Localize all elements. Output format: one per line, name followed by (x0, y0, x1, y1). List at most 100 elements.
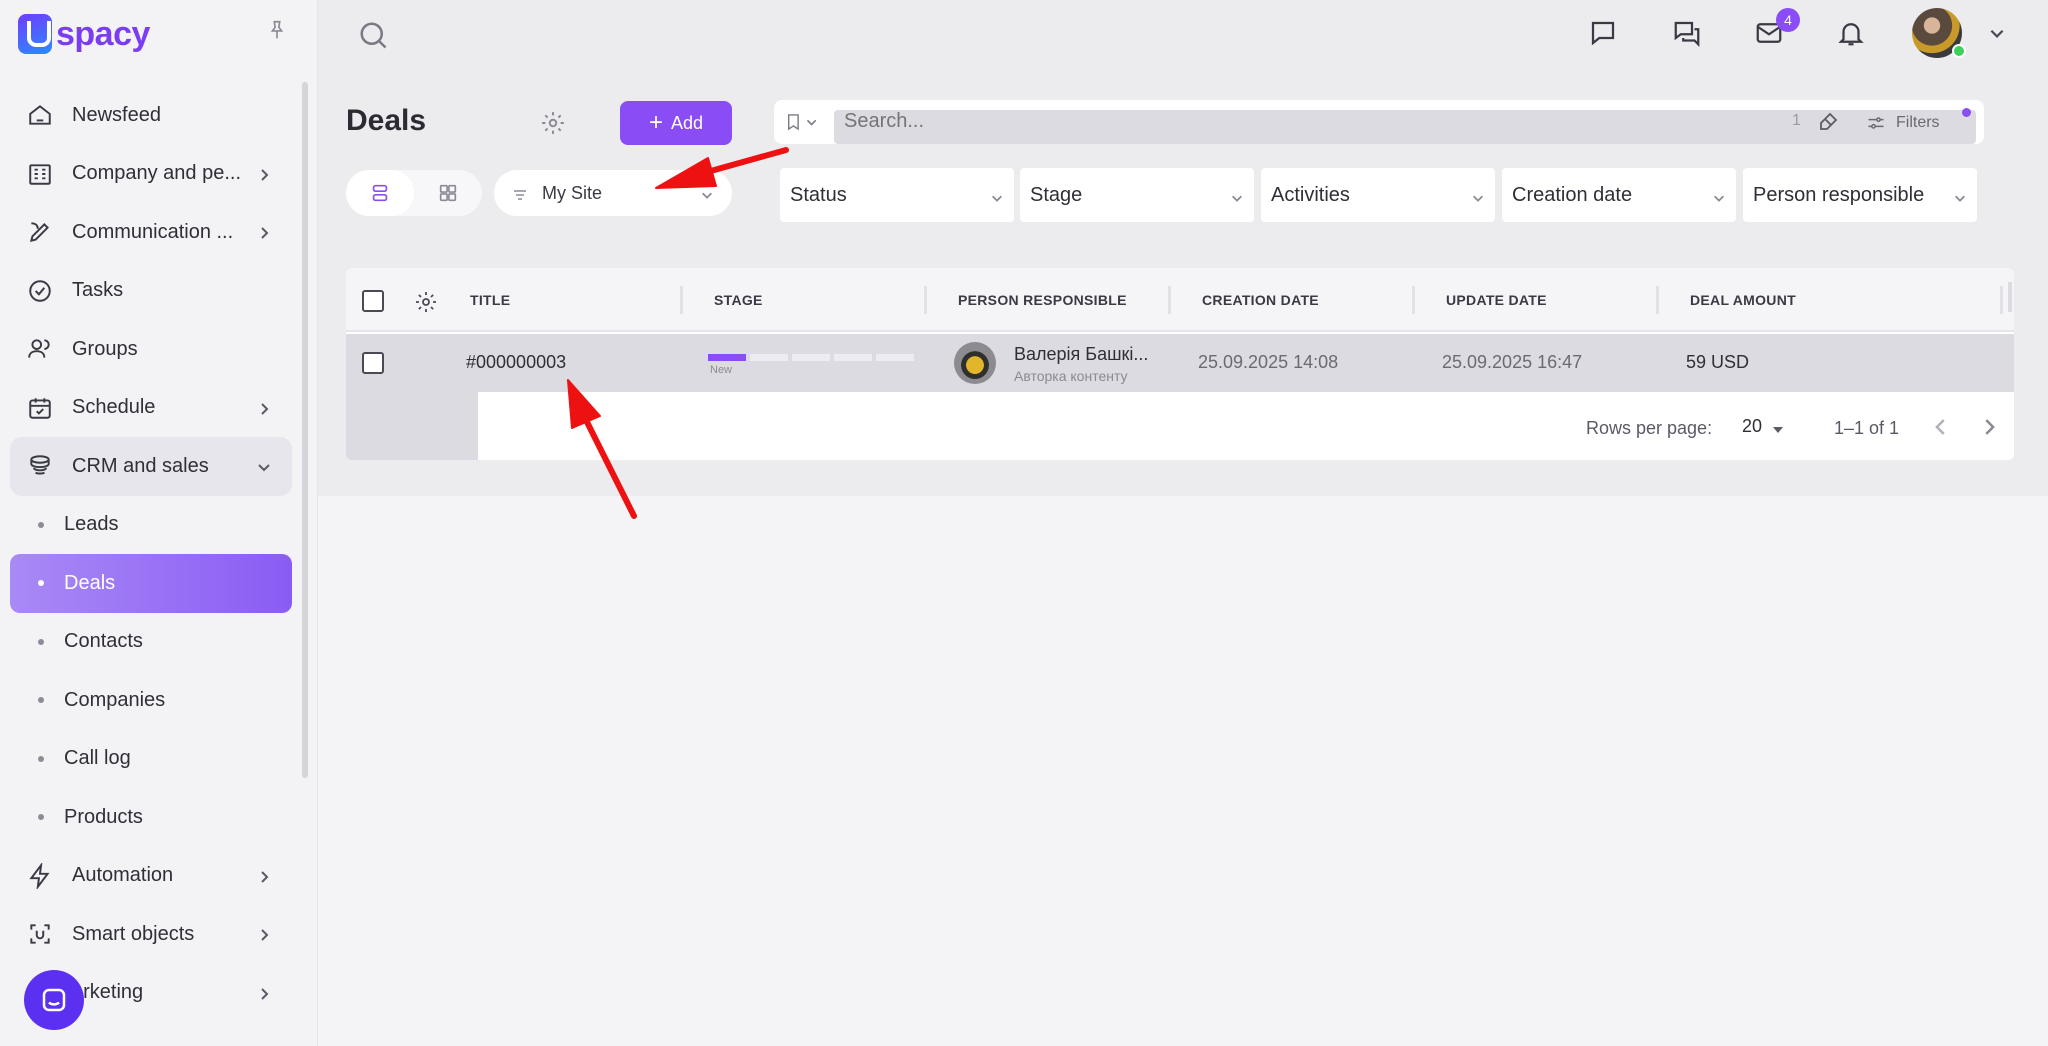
column-resizer[interactable] (924, 286, 927, 314)
sidebar-subitem-call-log[interactable]: Call log (10, 730, 292, 789)
person-responsible-filter[interactable]: Person responsible (1743, 168, 1977, 222)
sidebar-item-smart-objects[interactable]: Smart objects (10, 905, 292, 964)
logo-mark-icon (18, 14, 52, 54)
sidebar-subitem-contacts[interactable]: Contacts (10, 613, 292, 672)
column-resizer[interactable] (680, 286, 683, 314)
sidebar-item-crm[interactable]: CRM and sales (10, 437, 292, 496)
app-logo[interactable]: spacy (18, 12, 150, 56)
stage-filter[interactable]: Stage (1020, 168, 1254, 222)
bell-icon[interactable] (1836, 18, 1866, 48)
stage-segment (876, 354, 914, 361)
person-role: Авторка контенту (1014, 368, 1128, 384)
filter-label: Status (790, 183, 847, 206)
sidebar-item-company[interactable]: Company and pe... (10, 145, 292, 204)
top-bar: 4 (318, 0, 2048, 70)
status-filter[interactable]: Status (780, 168, 1014, 222)
site-filter-select[interactable]: My Site (494, 170, 732, 216)
column-resizer[interactable] (1656, 286, 1659, 314)
caret-down-icon[interactable] (1772, 422, 1784, 433)
search-icon[interactable] (358, 20, 388, 50)
sidebar-subitem-leads[interactable]: Leads (10, 496, 292, 555)
messages-icon[interactable] (1672, 18, 1702, 48)
stage-segment (750, 354, 788, 361)
table-scrollbar[interactable] (2008, 282, 2012, 312)
eraser-icon[interactable] (1816, 110, 1840, 134)
sidebar-item-automation[interactable]: Automation (10, 847, 292, 906)
pagination-range: 1–1 of 1 (1834, 418, 1900, 438)
chevron-down-icon (1230, 188, 1244, 202)
sidebar-item-newsfeed[interactable]: Newsfeed (10, 86, 292, 145)
filter-label: Person responsible (1753, 183, 1925, 206)
creation-date-cell: 25.09.2025 14:08 (1198, 352, 1339, 372)
row-checkbox[interactable] (362, 352, 384, 374)
person-avatar (954, 342, 996, 384)
sidebar-item-communication[interactable]: Communication ... (10, 203, 292, 262)
column-header-person[interactable]: PERSON RESPONSIBLE (958, 292, 1127, 308)
sidebar-subitem-products[interactable]: Products (10, 788, 292, 847)
sidebar-subitem-label: Companies (64, 688, 166, 711)
sidebar-subitem-deals[interactable]: Deals (10, 554, 292, 613)
page-title: Deals (346, 104, 427, 137)
column-header-deal-amount[interactable]: DEAL AMOUNT (1690, 292, 1796, 308)
bullet-dot (38, 638, 44, 645)
rows-per-page-select[interactable]: 20 (1742, 416, 1762, 437)
sidebar-item-schedule[interactable]: Schedule (10, 379, 292, 438)
list-view-icon[interactable] (346, 170, 414, 216)
previous-page-icon[interactable] (1930, 416, 1952, 438)
activities-filter[interactable]: Activities (1261, 168, 1495, 222)
sidebar-subitem-label: Call log (64, 747, 131, 770)
lightning-icon (26, 862, 54, 890)
sidebar-item-label: Communication ... (72, 220, 234, 243)
chevron-down-icon[interactable] (1988, 24, 2006, 42)
site-filter-label: My Site (542, 182, 603, 203)
filters-active-dot (1962, 108, 1971, 117)
sidebar-item-groups[interactable]: Groups (10, 320, 292, 379)
sidebar-item-label: Newsfeed (72, 103, 161, 126)
filters-button[interactable]: Filters (1858, 108, 1968, 138)
stage-segment (708, 354, 746, 361)
deals-table: TITLE STAGE PERSON RESPONSIBLE CREATION … (346, 268, 2014, 460)
chat-icon (42, 988, 66, 1012)
content-empty-area (318, 496, 2048, 1046)
plus-icon: + (648, 109, 663, 136)
column-header-creation-date[interactable]: CREATION DATE (1202, 292, 1319, 308)
column-header-update-date[interactable]: UPDATE DATE (1446, 292, 1547, 308)
column-header-title[interactable]: TITLE (470, 292, 510, 308)
sidebar: spacy Newsfeed Company and pe... Communi… (0, 0, 318, 1046)
sidebar-item-label: Automation (72, 864, 174, 887)
add-deal-button[interactable]: + Add (620, 101, 732, 145)
column-settings-gear-icon[interactable] (414, 290, 438, 314)
grid-view-icon[interactable] (414, 170, 482, 216)
creation-date-filter[interactable]: Creation date (1502, 168, 1736, 222)
support-chat-button[interactable] (24, 970, 84, 1030)
column-resizer[interactable] (1168, 286, 1171, 314)
deal-title-link[interactable]: #000000003 (466, 352, 566, 373)
groups-icon (26, 335, 54, 363)
sidebar-item-label: Smart objects (72, 922, 195, 945)
sidebar-item-tasks[interactable]: Tasks (10, 262, 292, 321)
search-input[interactable] (844, 110, 1244, 133)
table-row[interactable] (346, 334, 2014, 392)
column-resizer[interactable] (1412, 286, 1415, 314)
sidebar-item-label: Tasks (72, 279, 124, 302)
gear-icon[interactable] (540, 110, 566, 136)
sliders-icon (1868, 117, 1884, 129)
sidebar-subitem-companies[interactable]: Companies (10, 671, 292, 730)
online-status-dot (1952, 44, 1966, 58)
sidebar-scrollbar[interactable] (302, 82, 308, 778)
logo-text: spacy (56, 14, 150, 53)
sidebar-subitem-label: Leads (64, 513, 119, 536)
bookmark-icon[interactable] (784, 112, 818, 132)
stage-segment (792, 354, 830, 361)
select-all-checkbox[interactable] (362, 290, 384, 312)
pin-icon[interactable] (266, 18, 288, 42)
stage-progress[interactable] (708, 354, 914, 362)
column-resizer[interactable] (2000, 286, 2003, 314)
chevron-right-icon (256, 166, 272, 182)
chat-bubble-icon[interactable] (1588, 18, 1618, 48)
column-header-stage[interactable]: STAGE (714, 292, 763, 308)
person-name[interactable]: Валерія Башкі... (1014, 344, 1148, 365)
next-page-icon[interactable] (1978, 416, 2000, 438)
table-header: TITLE STAGE PERSON RESPONSIBLE CREATION … (346, 268, 2014, 332)
bullet-dot (38, 814, 44, 821)
